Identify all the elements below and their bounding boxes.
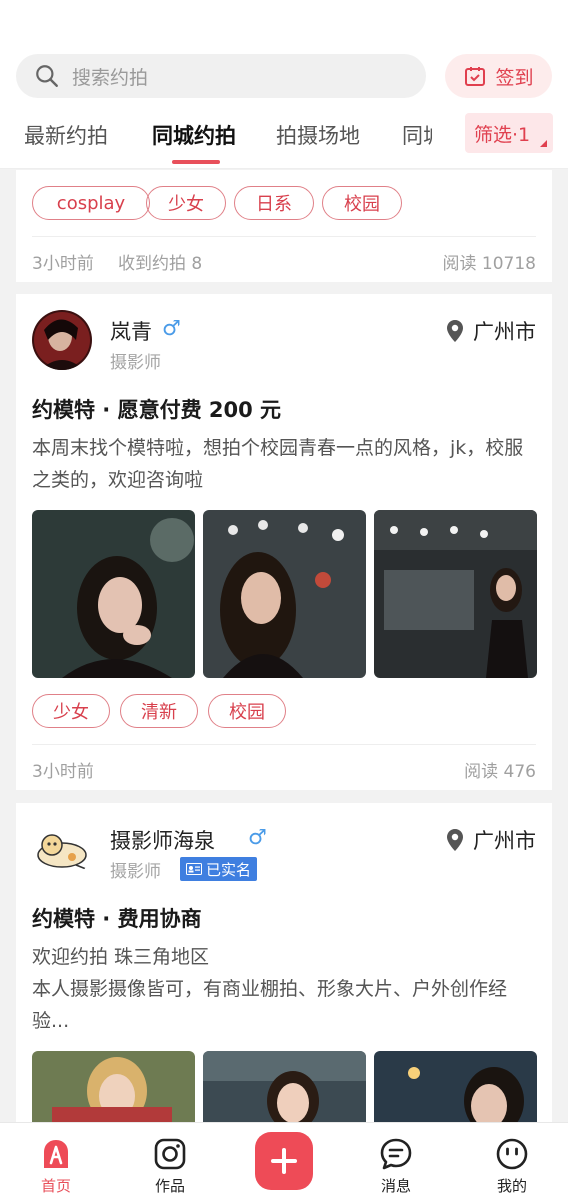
location-pin-icon [447,320,463,342]
location: 广州市 [445,825,536,855]
plus-icon [271,1148,297,1174]
smiley-face-icon [496,1138,528,1170]
post-photo[interactable] [203,510,366,678]
tag[interactable]: 少女 [32,694,110,728]
male-icon: ♂ [162,316,181,340]
post-card[interactable]: cosplay 少女 日系 校园 3小时前 收到约拍 8 阅读 10718 [16,170,552,282]
tag[interactable]: 校园 [322,186,402,220]
message-icon [380,1138,412,1170]
male-icon: ♂ [248,825,267,849]
avatar[interactable] [32,310,92,370]
tag[interactable]: 清新 [120,694,198,728]
tab-same-city[interactable]: 同城约拍 [152,120,236,150]
read-count: 阅读 10718 [442,254,536,274]
camera-icon [154,1138,186,1170]
id-card-icon [186,863,202,875]
nav-home-label: 首页 [40,1177,71,1195]
post-title: 约模特 · 愿意付费 200 元 [32,398,282,422]
user-role: 摄影师 [110,862,161,882]
nav-works-label: 作品 [154,1177,185,1195]
signin-label: 签到 [495,66,534,89]
add-post-button[interactable] [255,1132,313,1190]
tag[interactable]: 日系 [234,186,314,220]
verified-badge: 已实名 [180,857,258,881]
home-icon [44,1140,68,1168]
post-photo[interactable] [32,510,195,678]
post-title: 约模特 · 费用协商 [32,907,202,931]
tag[interactable]: 少女 [146,186,226,220]
verified-label: 已实名 [206,860,252,879]
search-placeholder: 搜索约拍 [72,66,149,89]
avatar[interactable] [32,819,92,879]
calendar-check-icon [465,67,486,86]
top-bar: 搜索约拍 签到 最新约拍 同城约拍 拍摄场地 同城 筛选·1 [0,0,568,168]
card-divider [32,236,536,237]
filter-button[interactable]: 筛选·1 [465,113,553,153]
tag[interactable]: 校园 [208,694,286,728]
card-divider [32,744,536,745]
user-role: 摄影师 [110,353,161,373]
nav-messages[interactable]: 消息 [356,1123,436,1200]
nav-messages-label: 消息 [380,1177,411,1195]
location-pin-icon [447,829,463,851]
nav-profile-label: 我的 [496,1177,527,1195]
post-description-line1: 欢迎约拍 珠三角地区 [32,946,210,968]
tab-venues[interactable]: 拍摄场地 [276,120,360,150]
post-time: 3小时前 [32,762,94,782]
nav-profile[interactable]: 我的 [472,1123,552,1200]
tab-same-city-2[interactable]: 同城 [402,124,432,148]
filter-label: 筛选·1 [474,123,531,146]
user-name[interactable]: 岚青 [110,316,152,346]
active-tab-indicator [172,160,220,164]
nav-home[interactable]: 首页 [16,1123,96,1200]
post-photo[interactable] [374,510,537,678]
location-label: 广州市 [473,320,536,344]
nav-works[interactable]: 作品 [130,1123,210,1200]
read-count: 阅读 476 [464,762,536,782]
location-label: 广州市 [473,829,536,853]
post-description-line2: 本人摄影摄像皆可，有商业棚拍、形象大片、户外创作经验... [32,978,508,1032]
tag[interactable]: cosplay [32,186,150,220]
post-description: 本周末找个模特啦，想拍个校园青春一点的风格，jk，校服之类的，欢迎咨询啦 [32,437,524,491]
corner-triangle-icon [540,140,547,147]
search-bar[interactable]: 搜索约拍 [16,54,426,98]
header-divider [0,168,568,169]
received-count: 收到约拍 8 [118,254,203,274]
post-card[interactable]: 摄影师海泉 ♂ 摄影师 已实名 广州市 约模特 · 费用协商 欢迎约拍 珠三角地… [16,803,552,1200]
location: 广州市 [445,316,536,346]
signin-button[interactable]: 签到 [445,54,552,98]
search-icon [36,65,58,87]
post-time: 3小时前 [32,254,94,274]
post-card[interactable]: 岚青 ♂ 摄影师 广州市 约模特 · 愿意付费 200 元 本周末找个模特啦，想… [16,294,552,790]
user-name[interactable]: 摄影师海泉 [110,825,215,855]
tab-latest[interactable]: 最新约拍 [24,120,108,150]
